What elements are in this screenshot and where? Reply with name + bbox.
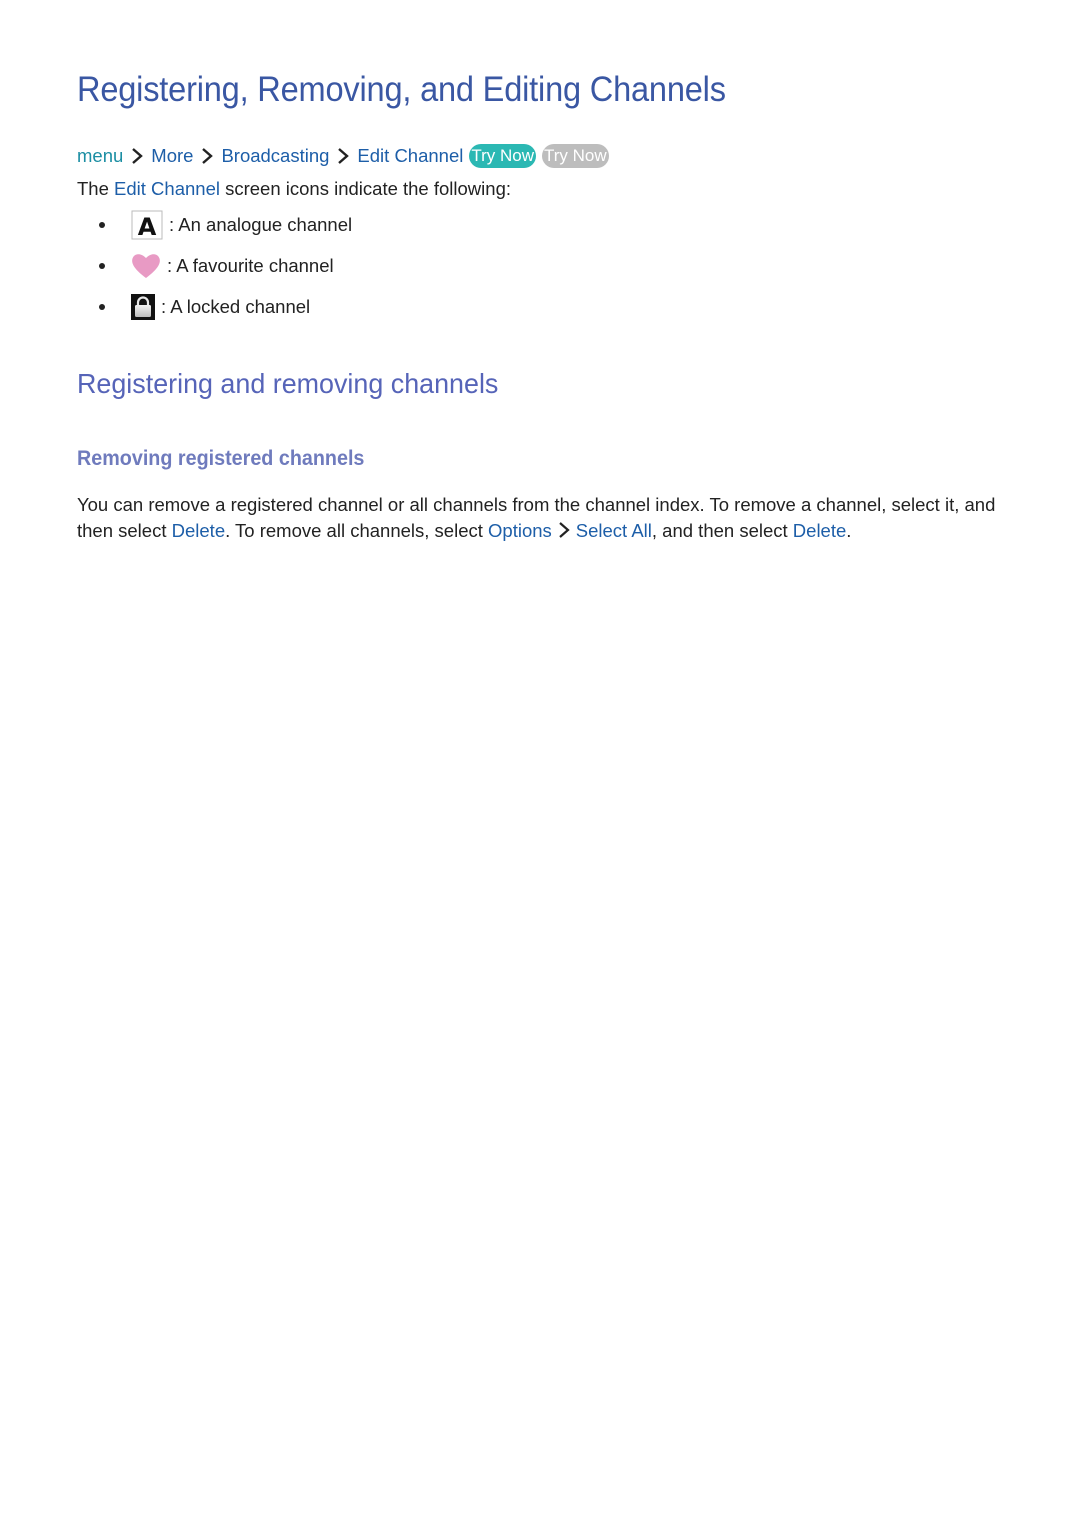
try-now-button-disabled: Try Now [542,144,609,168]
bullet [99,303,105,310]
list-item: : A locked channel [77,286,352,327]
icon-legend-list: A : An analogue channel : A favourite ch… [77,204,352,327]
section-title: Registering and removing channels [77,368,499,399]
heart-icon [131,252,161,280]
lock-icon [131,293,155,320]
subsection-title: Removing registered channels [77,447,365,470]
chevron-right-icon [196,145,218,167]
page-title: Registering, Removing, and Editing Chann… [77,70,726,109]
intro-text: The Edit Channel screen icons indicate t… [77,178,511,199]
breadcrumb-more[interactable]: More [151,145,193,167]
select-all-term: Select All [575,519,652,541]
options-term: Options [488,519,552,541]
delete-term: Delete [792,519,847,541]
list-item: : A favourite channel [77,245,352,286]
edit-channel-term: Edit Channel [114,178,220,199]
analogue-channel-icon: A [131,210,163,240]
breadcrumb-edit-channel[interactable]: Edit Channel [357,145,463,167]
chevron-right-icon [126,145,148,167]
list-item: A : An analogue channel [77,204,352,245]
breadcrumb: menu More Broadcasting Edit Channel Try … [77,143,609,169]
breadcrumb-broadcasting[interactable]: Broadcasting [221,145,329,167]
chevron-right-icon [332,145,354,167]
svg-text:A: A [138,213,157,240]
breadcrumb-menu[interactable]: menu [77,145,123,167]
body-paragraph: You can remove a registered channel or a… [77,494,996,541]
bullet [99,221,105,228]
bullet [99,262,105,269]
delete-term: Delete [171,519,226,541]
chevron-right-icon [555,520,573,538]
try-now-button[interactable]: Try Now [469,144,537,168]
